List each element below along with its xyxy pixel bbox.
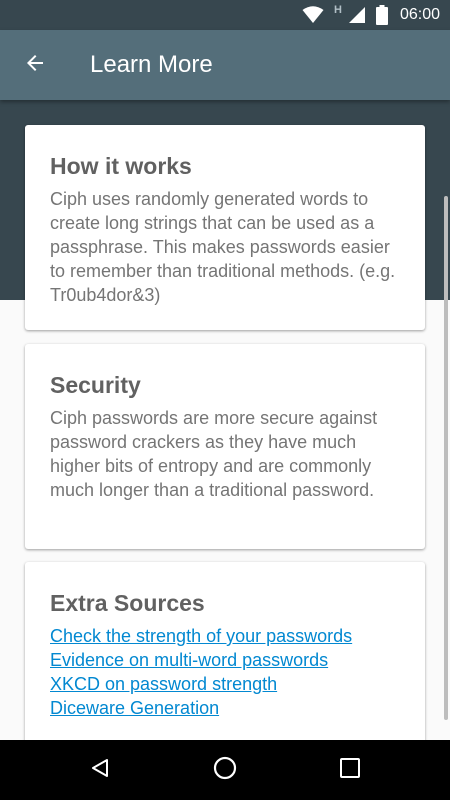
battery-icon (375, 5, 388, 25)
status-time: 06:00 (399, 6, 440, 23)
back-button[interactable] (14, 44, 56, 86)
system-nav-bar (0, 740, 450, 800)
recents-square-icon (339, 757, 361, 784)
link-xkcd[interactable]: XKCD on password strength (50, 672, 401, 696)
card-body: Ciph uses randomly generated words to cr… (50, 189, 396, 305)
status-bar: H 06:00 (0, 0, 450, 30)
arrow-left-icon (23, 51, 47, 80)
network-type-badge: H (334, 4, 342, 16)
nav-back-button[interactable] (80, 750, 120, 790)
card-body: Ciph passwords are more secure against p… (50, 408, 378, 500)
link-multi-word-evidence[interactable]: Evidence on multi-word passwords (50, 648, 401, 672)
link-diceware[interactable]: Diceware Generation (50, 696, 401, 720)
cell-signal-icon (348, 6, 366, 24)
nav-home-button[interactable] (205, 750, 245, 790)
wifi-icon (302, 6, 324, 24)
card-title: How it works (50, 153, 192, 179)
card-how-it-works: How it works Ciph uses randomly generate… (25, 125, 425, 330)
back-triangle-icon (89, 757, 111, 784)
content-scroll-area[interactable]: How it works Ciph uses randomly generate… (0, 100, 450, 740)
card-security: Security Ciph passwords are more secure … (25, 344, 425, 549)
app-bar: Learn More (0, 30, 450, 100)
card-title: Security (50, 372, 141, 398)
link-check-strength[interactable]: Check the strength of your passwords (50, 624, 401, 648)
page-title: Learn More (90, 51, 213, 78)
home-circle-icon (213, 756, 237, 785)
card-extra-sources: Extra Sources Check the strength of your… (25, 562, 425, 740)
scrollbar[interactable] (444, 196, 448, 720)
card-title: Extra Sources (50, 590, 205, 616)
nav-recents-button[interactable] (330, 750, 370, 790)
status-icons: H 06:00 (302, 0, 440, 30)
